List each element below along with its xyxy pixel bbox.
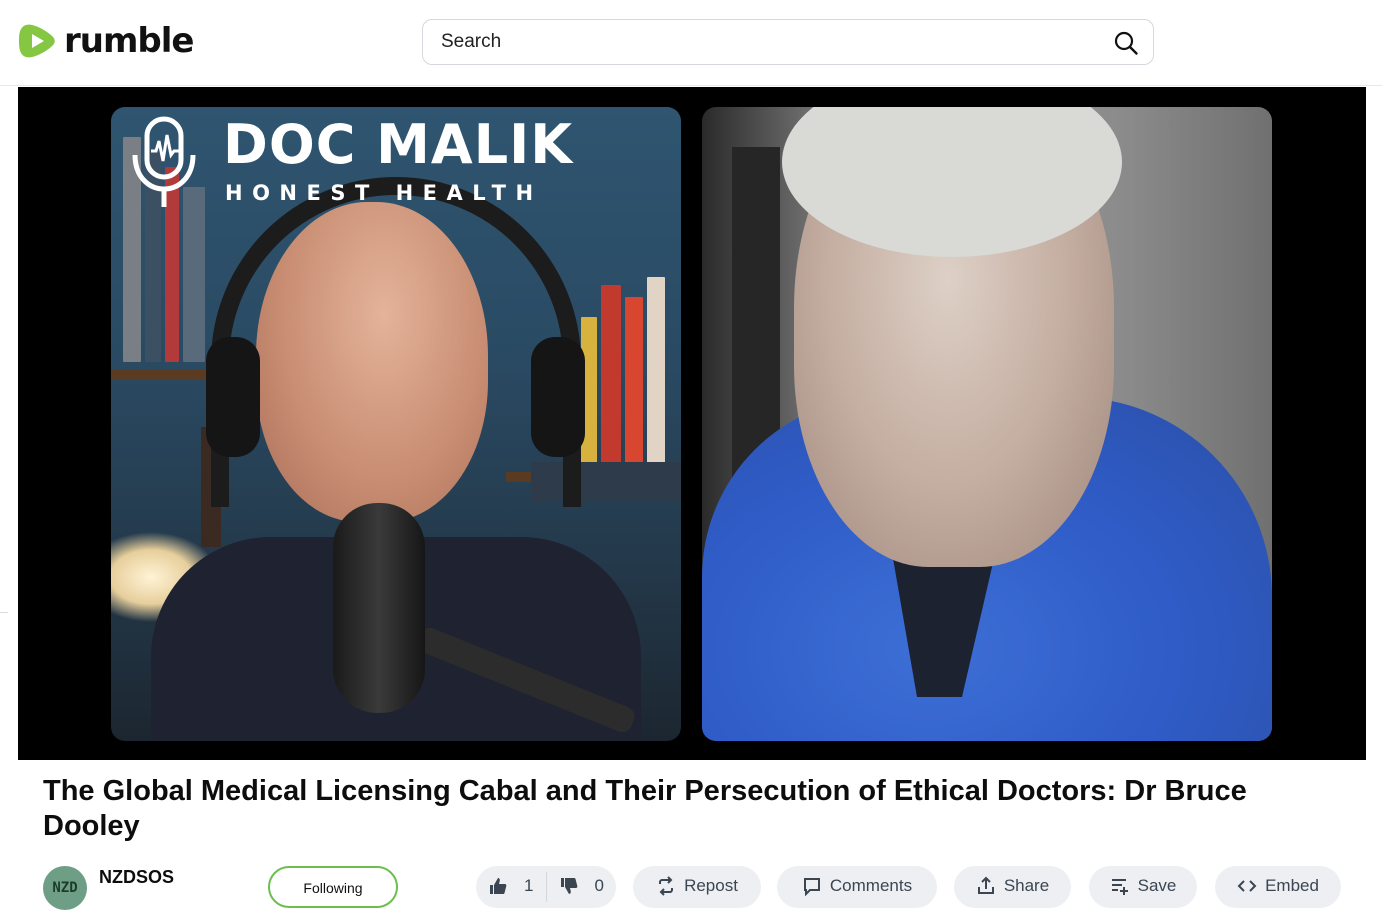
- upvote-count: 1: [524, 876, 534, 895]
- book: [601, 285, 621, 470]
- video-player[interactable]: DOC MALIK HONEST HEALTH: [18, 87, 1366, 760]
- thumbs-up-icon: [490, 878, 507, 894]
- channel-info: NZD NZDSOS: [43, 866, 174, 910]
- repost-icon: [659, 876, 674, 896]
- video-left-host-frame: DOC MALIK HONEST HEALTH: [111, 107, 681, 741]
- video-right-guest-frame: [702, 107, 1272, 741]
- channel-name[interactable]: NZDSOS: [99, 867, 174, 888]
- comments-label: Comments: [829, 876, 913, 895]
- playlist-add-icon: [1111, 879, 1128, 895]
- downvote-count: 0: [594, 876, 604, 895]
- overlay-subtitle: HONEST HEALTH: [225, 181, 543, 205]
- podcast-mic-icon: [132, 116, 196, 207]
- overlay-title: DOC MALIK: [223, 113, 574, 176]
- host-face: [256, 202, 488, 522]
- rumble-logo-icon: [19, 24, 55, 58]
- bookshelf: [111, 369, 211, 379]
- headphone-cup-left: [206, 337, 260, 457]
- repost-label: Repost: [684, 876, 738, 895]
- embed-button[interactable]: Embed: [1215, 866, 1341, 908]
- save-label: Save: [1137, 876, 1177, 895]
- comment-icon: [803, 878, 820, 896]
- logo-text: rumble: [64, 21, 194, 61]
- comments-button[interactable]: Comments: [777, 866, 937, 908]
- embed-label: Embed: [1265, 876, 1319, 895]
- headphone-cup-right: [531, 337, 585, 457]
- channel-avatar[interactable]: NZD: [43, 866, 87, 910]
- search-icon[interactable]: [1113, 30, 1139, 56]
- search-box: [422, 19, 1154, 65]
- code-icon: [1237, 880, 1257, 892]
- video-title: The Global Medical Licensing Cabal and T…: [43, 775, 1247, 842]
- share-label: Share: [1003, 876, 1050, 895]
- rumble-logo[interactable]: rumble: [18, 20, 194, 62]
- sidebar-edge: [0, 612, 8, 613]
- thumbs-down-icon: [560, 878, 577, 894]
- book: [625, 297, 643, 470]
- book: [647, 277, 665, 470]
- share-button[interactable]: Share: [954, 866, 1071, 908]
- downvote-button[interactable]: 0: [547, 876, 617, 896]
- vote-group: 1 0: [476, 866, 616, 908]
- upvote-button[interactable]: 1: [476, 876, 546, 896]
- book: [183, 187, 205, 362]
- top-header: rumble: [0, 0, 1382, 86]
- save-button[interactable]: Save: [1089, 866, 1197, 908]
- repost-button[interactable]: Repost: [633, 866, 761, 908]
- following-button[interactable]: Following: [268, 866, 398, 908]
- microphone: [333, 503, 425, 713]
- search-input[interactable]: [441, 20, 1101, 64]
- share-icon: [977, 876, 994, 894]
